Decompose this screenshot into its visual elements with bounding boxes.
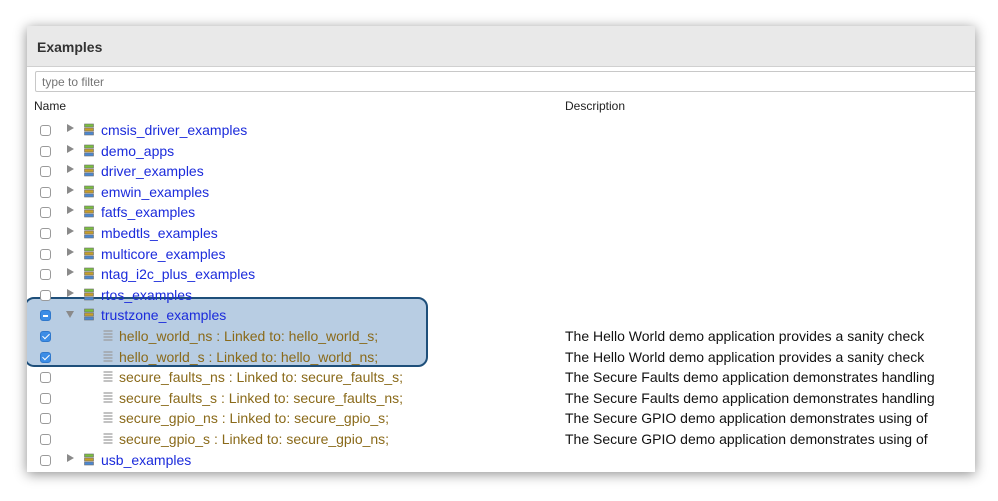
tree-folder-row[interactable]: driver_examples [27, 161, 975, 182]
expand-triangle-icon[interactable] [67, 144, 74, 153]
tree-item-description: The Hello World demo application provide… [565, 328, 925, 344]
tree-project-row[interactable]: secure_gpio_ns : Linked to: secure_gpio_… [27, 408, 975, 429]
tree-project-row[interactable]: secure_faults_ns : Linked to: secure_fau… [27, 367, 975, 388]
tree-item-label: secure_gpio_ns : Linked to: secure_gpio_… [119, 410, 390, 427]
tree-folder-row[interactable]: demo_apps [27, 141, 975, 162]
column-header-description[interactable]: Description [565, 99, 625, 113]
library-stack-icon [84, 185, 94, 198]
row-checkbox[interactable] [40, 248, 51, 260]
tree-item-label: multicore_examples [101, 245, 226, 262]
row-checkbox[interactable] [40, 372, 51, 384]
tree-item-label: hello_world_s : Linked to: hello_world_n… [119, 348, 379, 365]
tree-item-label: hello_world_ns : Linked to: hello_world_… [119, 328, 379, 344]
row-checkbox[interactable] [40, 166, 51, 178]
examples-panel: Examples Name Description cmsis_driver_e… [27, 26, 975, 472]
tree-project-row[interactable]: secure_faults_s : Linked to: secure_faul… [27, 388, 975, 409]
row-checkbox[interactable] [40, 392, 51, 404]
library-stack-icon [84, 164, 94, 177]
expand-triangle-icon[interactable] [67, 206, 74, 215]
tree-item-description: The Secure Faults demo application demon… [565, 369, 935, 386]
filter-input[interactable] [35, 71, 975, 92]
tree-item-label: secure_gpio_s : Linked to: secure_gpio_n… [119, 431, 390, 447]
library-stack-icon [84, 144, 94, 156]
tree-folder-row[interactable]: ntag_i2c_plus_examples [27, 264, 975, 285]
row-checkbox[interactable] [40, 269, 51, 281]
collapse-triangle-icon[interactable] [66, 311, 74, 319]
library-stack-icon [84, 309, 94, 321]
column-header-name[interactable]: Name [34, 99, 66, 113]
expand-triangle-icon[interactable] [67, 124, 74, 132]
row-checkbox[interactable] [40, 228, 51, 239]
tree-item-label: usb_examples [101, 451, 192, 468]
panel-header: Examples [27, 26, 975, 67]
tree-folder-row[interactable]: emwin_examples [27, 182, 975, 203]
document-lines-icon [103, 433, 113, 444]
library-stack-icon [84, 453, 94, 465]
tree-item-label: mbedtls_examples [101, 225, 218, 241]
document-lines-icon [103, 371, 113, 382]
library-stack-icon [84, 288, 94, 301]
row-checkbox[interactable] [40, 454, 51, 466]
row-checkbox[interactable] [40, 186, 51, 198]
library-stack-icon [84, 206, 94, 218]
row-checkbox[interactable] [40, 289, 51, 301]
tree-folder-row[interactable]: usb_examples [27, 450, 975, 471]
library-stack-icon [84, 247, 94, 259]
tree-folder-row[interactable]: fatfs_examples [27, 202, 975, 223]
tree-folder-row[interactable]: multicore_examples [27, 244, 975, 265]
tree-item-description: The Hello World demo application provide… [565, 348, 925, 365]
tree-item-label: secure_faults_ns : Linked to: secure_fau… [119, 369, 404, 386]
tree-folder-row[interactable]: trustzone_examples [27, 305, 975, 326]
library-stack-icon [84, 226, 94, 239]
library-stack-icon [84, 267, 94, 280]
tree-item-label: ntag_i2c_plus_examples [101, 266, 256, 283]
tree-folder-row[interactable]: rtos_examples [27, 285, 975, 306]
expand-triangle-icon[interactable] [67, 247, 74, 256]
row-checkbox[interactable] [40, 145, 51, 157]
tree-project-row[interactable]: hello_world_ns : Linked to: hello_world_… [27, 326, 975, 347]
panel-title: Examples [37, 39, 103, 55]
row-checkbox[interactable] [40, 207, 51, 219]
tree-item-label: fatfs_examples [101, 204, 196, 221]
tree-item-label: trustzone_examples [101, 307, 227, 324]
tree-item-label: emwin_examples [101, 183, 210, 200]
tree-item-description: The Secure GPIO demo application demonst… [565, 431, 928, 447]
tree-item-label: driver_examples [101, 163, 204, 180]
expand-triangle-icon[interactable] [67, 165, 74, 174]
row-checkbox[interactable] [40, 413, 51, 425]
tree-folder-row[interactable]: cmsis_driver_examples [27, 120, 975, 141]
document-lines-icon [103, 330, 113, 341]
tree-item-description: The Secure Faults demo application demon… [565, 389, 935, 406]
expand-triangle-icon[interactable] [67, 268, 74, 277]
library-stack-icon [84, 123, 94, 136]
row-checkbox[interactable] [40, 125, 51, 136]
tree-item-label: rtos_examples [101, 286, 193, 303]
tree-item-label: secure_faults_s : Linked to: secure_faul… [119, 389, 404, 406]
document-lines-icon [103, 412, 113, 423]
tree-item-description: The Secure GPIO demo application demonst… [565, 410, 928, 427]
tree-item-label: cmsis_driver_examples [101, 122, 248, 138]
row-checkbox[interactable] [40, 434, 51, 445]
row-checkbox[interactable] [40, 351, 51, 363]
expand-triangle-icon[interactable] [67, 288, 74, 297]
row-checkbox[interactable] [40, 310, 51, 322]
document-lines-icon [103, 392, 113, 403]
expand-triangle-icon[interactable] [67, 227, 74, 235]
expand-triangle-icon[interactable] [67, 453, 74, 462]
tree-project-row[interactable]: secure_gpio_s : Linked to: secure_gpio_n… [27, 429, 975, 450]
tree-folder-row[interactable]: mbedtls_examples [27, 223, 975, 244]
document-lines-icon [103, 350, 113, 362]
tree-project-row[interactable]: hello_world_s : Linked to: hello_world_n… [27, 347, 975, 368]
tree-item-label: demo_apps [101, 142, 175, 159]
row-checkbox[interactable] [40, 331, 51, 342]
expand-triangle-icon[interactable] [67, 185, 74, 194]
